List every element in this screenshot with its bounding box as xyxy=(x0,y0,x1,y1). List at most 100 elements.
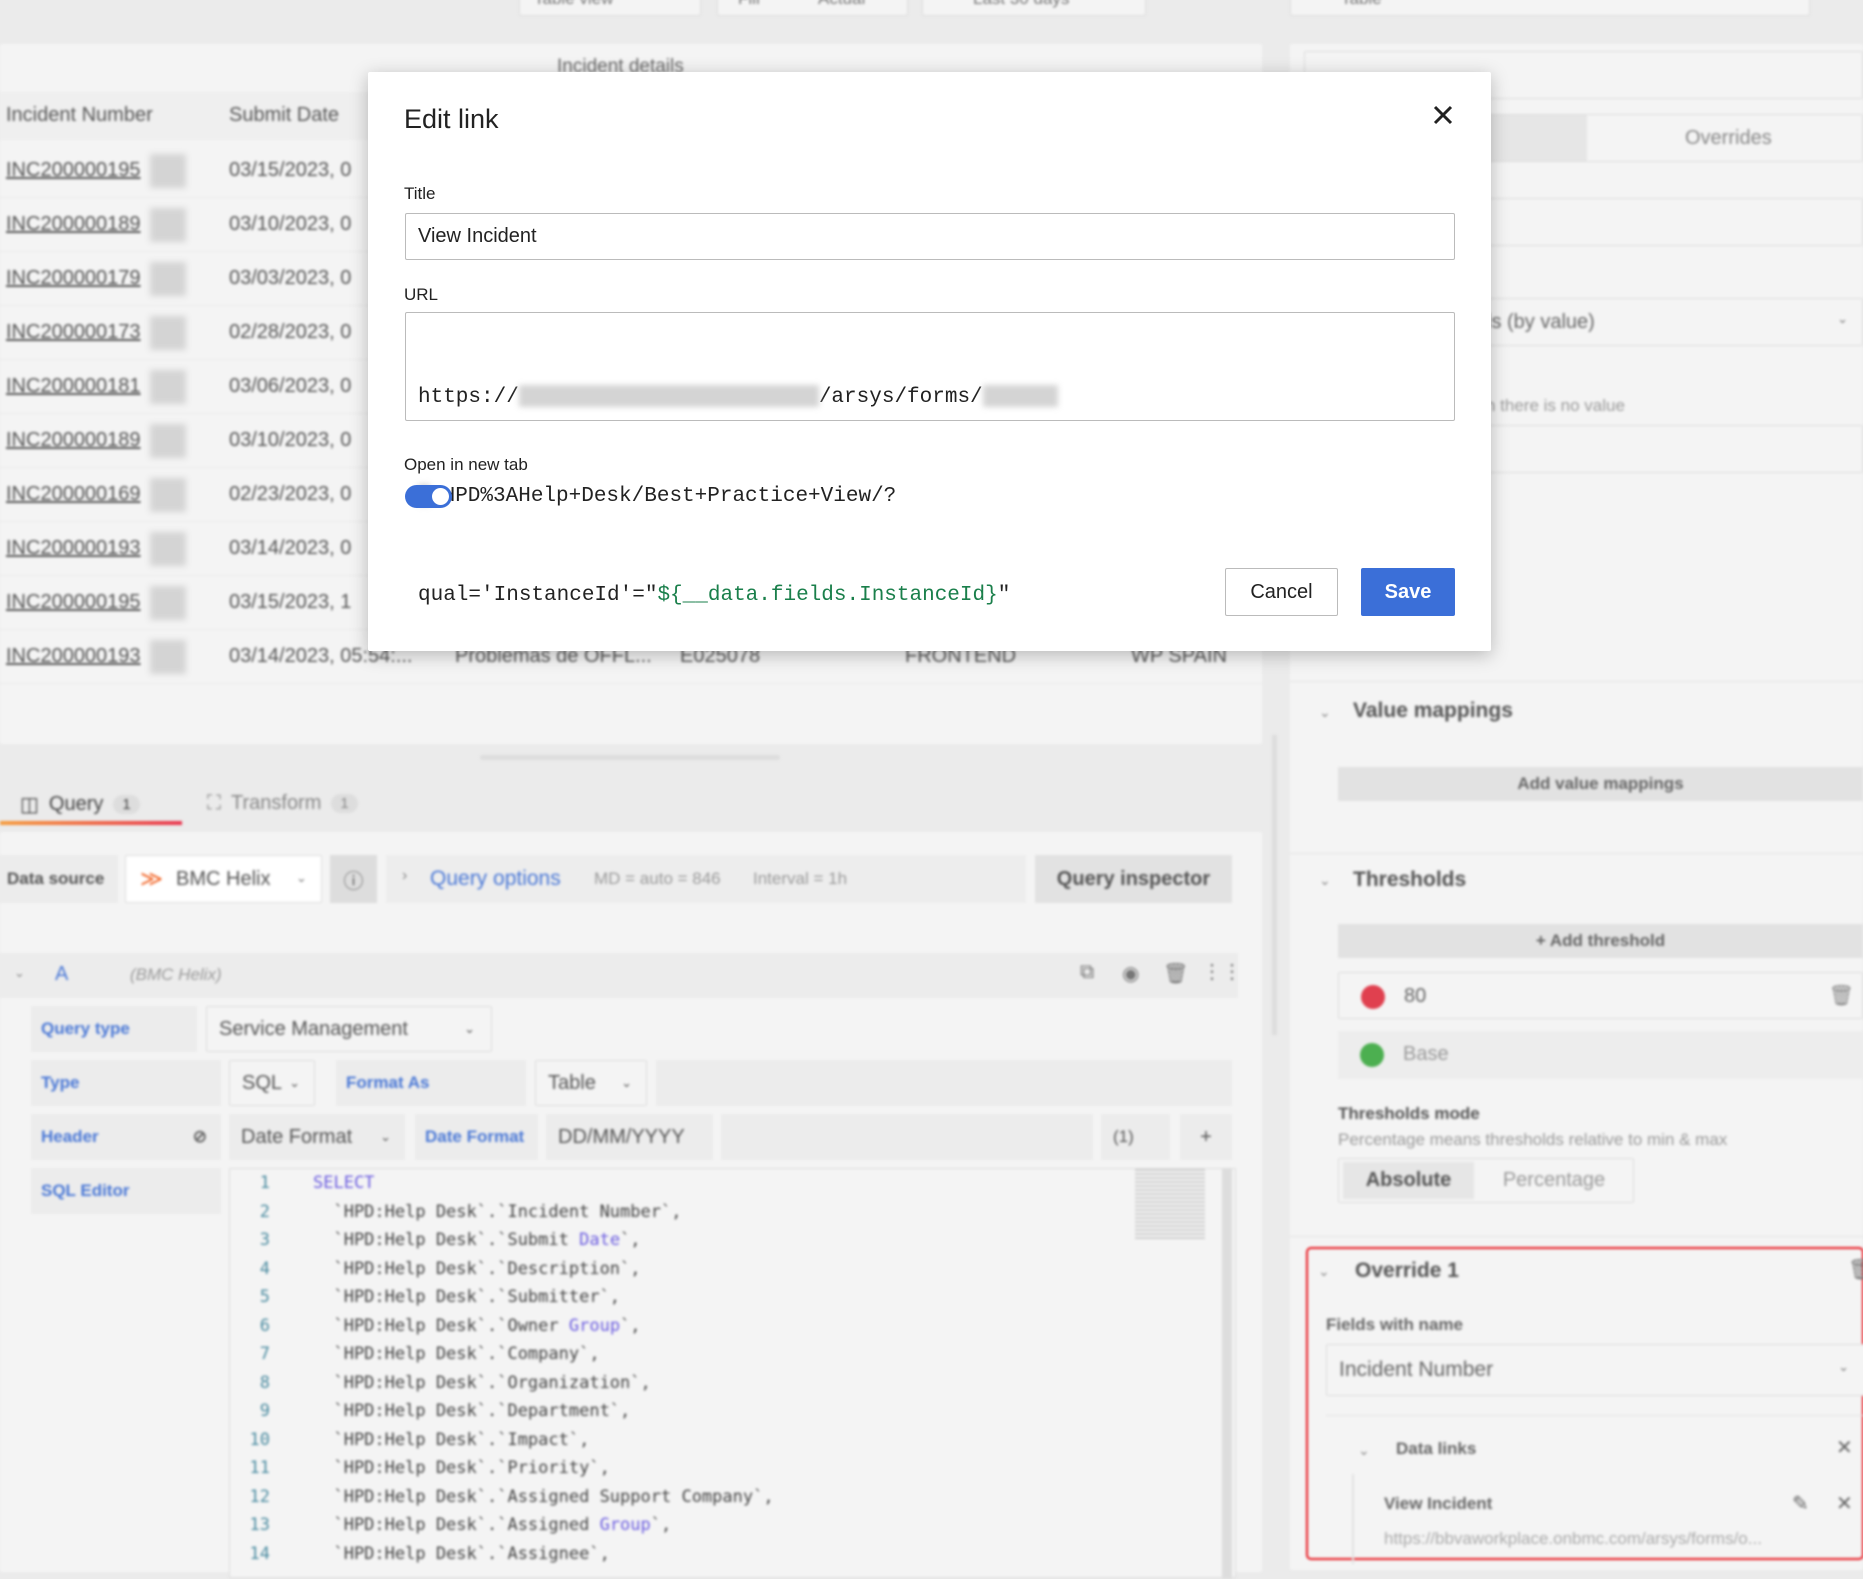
column-header-incident-number[interactable]: Incident Number xyxy=(6,104,153,127)
save-button[interactable]: Save xyxy=(1361,568,1455,616)
line-number: 8 xyxy=(259,1372,270,1393)
open-in-new-tab-label: Open in new tab xyxy=(404,455,528,474)
title-input[interactable] xyxy=(405,213,1455,260)
mode-percentage[interactable]: Percentage xyxy=(1479,1162,1629,1199)
override-highlight: ⌄ Override 1 🗑 Fields with name Incident… xyxy=(1306,1247,1863,1564)
editor-scrollbar[interactable] xyxy=(1222,1169,1232,1579)
drag-handle-icon[interactable]: ⋮⋮ xyxy=(1202,959,1242,984)
incident-link[interactable]: INC200000193 xyxy=(6,537,141,560)
code-line: `HPD:Help Desk`.`Submit Date`, xyxy=(313,1230,641,1250)
pencil-icon[interactable]: ✎ xyxy=(1792,1491,1809,1516)
trash-icon[interactable]: 🗑 xyxy=(1829,983,1854,1008)
field-name-select[interactable]: Incident Number ⌄ xyxy=(1326,1344,1863,1396)
redacted-suffix xyxy=(150,262,186,296)
active-tab-indicator xyxy=(0,821,182,825)
time-range-picker[interactable]: Last 30 days xyxy=(922,0,1146,16)
visualization-picker[interactable]: Table xyxy=(1290,0,1810,16)
divider xyxy=(1290,1236,1863,1237)
chevron-down-icon: ⌄ xyxy=(464,1021,475,1036)
threshold-color-swatch[interactable] xyxy=(1361,985,1385,1009)
format-as-select[interactable]: Table ⌄ xyxy=(535,1060,647,1106)
column-header-submit-date[interactable]: Submit Date xyxy=(229,104,339,127)
add-value-mappings-button[interactable]: Add value mappings xyxy=(1338,767,1863,801)
threshold-color-swatch[interactable] xyxy=(1360,1043,1384,1067)
incident-link[interactable]: INC200000179 xyxy=(6,267,141,290)
query-type-select[interactable]: Service Management ⌄ xyxy=(206,1006,492,1052)
query-inspector-button[interactable]: Query inspector xyxy=(1035,855,1232,903)
redacted-suffix xyxy=(150,424,186,458)
eye-icon[interactable]: ◉ xyxy=(1122,961,1139,986)
chevron-right-icon: › xyxy=(402,867,408,884)
query-options-toggle[interactable]: › Query options MD = auto = 846 Interval… xyxy=(386,855,1026,903)
query-ref[interactable]: A xyxy=(55,963,68,986)
duplicate-icon[interactable]: ⧉ xyxy=(1080,961,1094,984)
url-label: URL xyxy=(404,285,439,304)
fill-option[interactable]: Fill xyxy=(738,0,760,9)
actual-option[interactable]: Actual xyxy=(818,0,865,9)
cancel-button[interactable]: Cancel xyxy=(1225,568,1338,616)
incident-link[interactable]: INC200000169 xyxy=(6,483,141,506)
collapse-chevron-icon[interactable]: ⌄ xyxy=(14,965,25,981)
code-line: `HPD:Help Desk`.`Owner Group`, xyxy=(313,1315,641,1336)
eye-off-icon[interactable]: ⊘ xyxy=(193,1127,207,1147)
close-button[interactable] xyxy=(1428,100,1458,130)
date-format-select[interactable]: Date Format ⌄ xyxy=(229,1114,405,1160)
add-header-button[interactable]: + xyxy=(1180,1114,1232,1160)
add-threshold-button[interactable]: + Add threshold xyxy=(1338,924,1863,958)
database-icon: ◫ xyxy=(20,794,39,816)
incident-link[interactable]: INC200000189 xyxy=(6,213,141,236)
date-format-input[interactable]: DD/MM/YYYY xyxy=(546,1114,713,1160)
trash-icon[interactable]: 🗑 xyxy=(1163,961,1188,986)
trash-icon[interactable]: 🗑 xyxy=(1848,1257,1863,1282)
incident-link[interactable]: INC200000173 xyxy=(6,321,141,344)
incident-link[interactable]: INC200000181 xyxy=(6,375,141,398)
code-line: `HPD:Help Desk`.`Organization`, xyxy=(313,1372,651,1393)
threshold-item-base: Base xyxy=(1338,1031,1863,1079)
incident-link[interactable]: INC200000193 xyxy=(6,645,141,668)
threshold-item[interactable]: 80 🗑 xyxy=(1338,972,1863,1019)
chevron-down-icon[interactable]: ⌄ xyxy=(1319,704,1331,721)
editor-minimap[interactable] xyxy=(1135,1169,1205,1239)
incident-link[interactable]: INC200000189 xyxy=(6,429,141,452)
sql-editor[interactable]: 1 SELECT 2 `HPD:Help Desk`.`Incident Numbe… xyxy=(229,1168,1236,1579)
redacted-host xyxy=(518,385,819,408)
override-title[interactable]: Override 1 xyxy=(1355,1259,1459,1283)
url-variable: ${__data.fields.InstanceId} xyxy=(657,584,998,607)
split-pane-handle[interactable] xyxy=(1272,735,1277,1035)
pane-resize-handle[interactable] xyxy=(480,755,780,760)
close-icon[interactable]: ✕ xyxy=(1836,1435,1853,1460)
data-source-select[interactable]: ≫ BMC Helix ⌄ xyxy=(125,855,322,903)
url-input[interactable]: https:///arsys/forms/ /HPD%3AHelp+Desk/B… xyxy=(405,312,1455,607)
redacted-suffix xyxy=(150,640,186,674)
code-line: `HPD:Help Desk`.`Department`, xyxy=(313,1401,631,1421)
chevron-down-icon[interactable]: ⌄ xyxy=(1358,1442,1370,1459)
fill-actual-toggle[interactable]: Fill Actual xyxy=(717,0,908,16)
code-line: `HPD:Help Desk`.`Assigned Support Compan… xyxy=(313,1486,774,1507)
thresholds-mode-radio: Absolute Percentage xyxy=(1338,1158,1634,1203)
chevron-down-icon[interactable]: ⌄ xyxy=(1318,1263,1330,1280)
close-icon[interactable]: ✕ xyxy=(1836,1491,1853,1516)
tab-overrides[interactable]: Overrides xyxy=(1685,127,1772,150)
line-number: 2 xyxy=(259,1201,270,1222)
table-view-toggle[interactable]: Table view xyxy=(519,0,701,16)
thresholds-heading[interactable]: Thresholds xyxy=(1353,868,1466,892)
value-mappings-heading[interactable]: Value mappings xyxy=(1353,699,1513,723)
submit-date-cell: 03/06/2023, 0 xyxy=(229,375,352,397)
data-links-heading[interactable]: Data links xyxy=(1396,1439,1476,1459)
type-select[interactable]: SQL ⌄ xyxy=(229,1060,315,1106)
mode-absolute[interactable]: Absolute xyxy=(1343,1162,1474,1199)
line-number: 1 xyxy=(259,1173,270,1193)
help-icon[interactable]: ⓘ xyxy=(330,855,377,903)
line-number: 3 xyxy=(259,1230,270,1250)
incident-link[interactable]: INC200000195 xyxy=(6,159,141,182)
tab-transform[interactable]: ⛶ Transform 1 xyxy=(207,792,358,815)
header-count-button[interactable]: (1) xyxy=(1101,1114,1170,1160)
open-in-new-tab-toggle[interactable] xyxy=(405,485,452,508)
code-line: `HPD:Help Desk`.`Assignee`, xyxy=(313,1543,610,1564)
line-number: 4 xyxy=(259,1258,270,1279)
chevron-down-icon[interactable]: ⌄ xyxy=(1319,872,1331,889)
incident-link[interactable]: INC200000195 xyxy=(6,591,141,614)
date-format-label: Date Format xyxy=(415,1114,538,1160)
query-editor: Data source ≫ BMC Helix ⌄ ⓘ › Query opti… xyxy=(0,832,1262,1579)
tab-query[interactable]: ◫ Query 1 xyxy=(20,792,140,817)
